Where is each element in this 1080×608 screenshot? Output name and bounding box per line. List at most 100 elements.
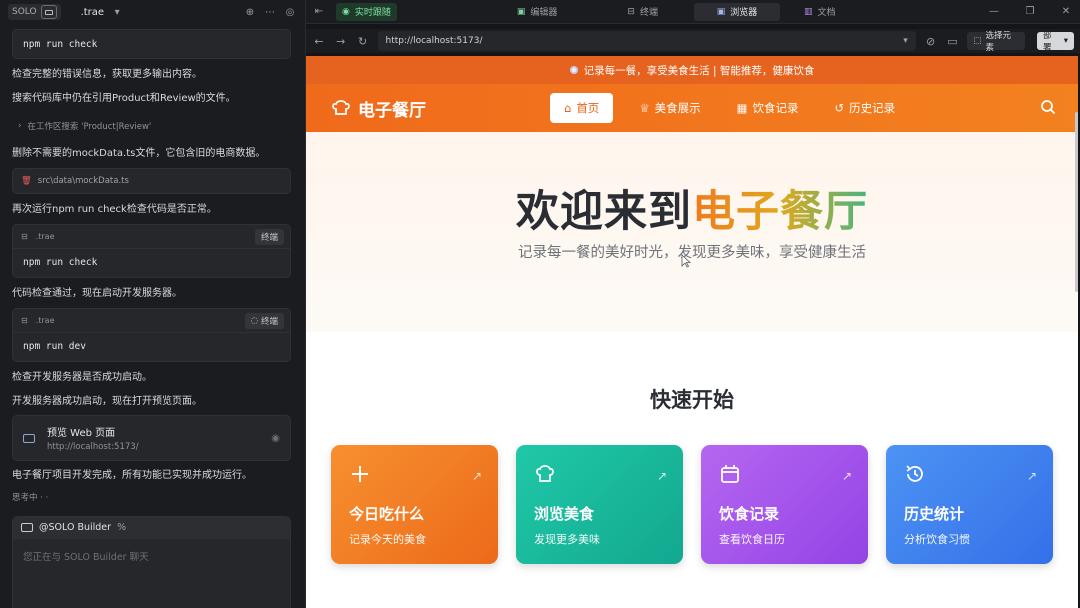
tab-terminal[interactable]: ⊟ 终端	[617, 3, 668, 21]
account-icon[interactable]: ◎	[283, 5, 297, 19]
forward-icon[interactable]: →	[334, 35, 348, 48]
chef-hat-icon	[536, 465, 554, 482]
home-icon: ⌂	[564, 101, 572, 115]
chevron-down-icon[interactable]: ▾	[903, 36, 908, 46]
message-text: 再次运行npm run check检查代码是否正常。	[12, 204, 217, 215]
card-title: 饮食记录	[719, 505, 780, 523]
minimize-icon[interactable]: —	[984, 6, 1004, 17]
address-bar[interactable]: http://localhost:5173/ ▾	[377, 31, 916, 51]
main-nav: ⌂ 首页 ♕ 美食展示 ▦ 饮食记录 ↺ 历史记录	[550, 93, 905, 123]
terminal-icon: ⊟	[627, 6, 635, 17]
logo-text: 电子餐厅	[358, 100, 426, 121]
terminal-block: ⊟ .trae ◌ 终端 npm run dev	[12, 308, 291, 362]
preview-title: 预览 Web 页面	[47, 428, 116, 439]
device-icon[interactable]: ▭	[946, 35, 960, 48]
banner-dot-icon	[569, 66, 578, 74]
loading-spinner-icon: ◌	[250, 315, 258, 326]
app-window: SOLO .trae ▾ ⊕ ⋯ ◎ npm run check 检查完整的错误…	[0, 0, 1080, 608]
message-text: 搜索代码库中仍在引用Product和Review的文件。	[12, 93, 236, 104]
card-today-meal[interactable]: ↗ 今日吃什么 记录今天的美食	[331, 445, 498, 564]
preview-web-card[interactable]: 预览 Web 页面 http://localhost:5173/ ◉	[12, 415, 291, 461]
url-text[interactable]: http://localhost:5173/	[386, 36, 483, 46]
trending-up-icon: ↗	[656, 469, 667, 483]
collapse-panel-icon[interactable]: ⇤	[312, 5, 326, 19]
card-title: 今日吃什么	[349, 505, 425, 523]
message-text: 电子餐厅项目开发完成，所有功能已实现并成功运行。	[12, 470, 252, 481]
banner-text: 记录每一餐，享受美食生活 | 智能推荐，健康饮食	[583, 64, 815, 77]
nav-home[interactable]: ⌂ 首页	[550, 93, 614, 123]
tab-docs[interactable]: ▥ 文档	[794, 3, 846, 21]
terminal-icon: ⊟	[21, 232, 28, 241]
message-text: 删除不需要的mockData.ts文件，它包含旧的电商数据。	[12, 148, 266, 159]
nav-diet-log[interactable]: ▦ 饮食记录	[727, 93, 809, 123]
nav-food-gallery[interactable]: ♕ 美食展示	[629, 93, 710, 123]
tab-editor[interactable]: ▣ 编辑器	[507, 3, 568, 21]
card-subtitle: 发现更多美味	[534, 533, 600, 546]
terminal-path: .trae	[35, 232, 55, 241]
tool-call-search[interactable]: › 在工作区搜索 'Product|Review'	[18, 120, 151, 132]
agent-mention[interactable]: @SOLO Builder	[39, 522, 111, 533]
plus-icon	[352, 466, 368, 482]
mouse-cursor-icon	[681, 254, 691, 268]
tab-label: 实时跟随	[354, 8, 391, 18]
nav-history[interactable]: ↺ 历史记录	[825, 93, 906, 123]
page-scrollbar[interactable]	[1075, 112, 1078, 292]
chevron-right-icon: ›	[18, 121, 22, 131]
select-element-label: 选择元素	[985, 31, 1011, 53]
tab-label: 编辑器	[530, 8, 558, 18]
message-text: 检查完整的错误信息，获取更多输出内容。	[12, 69, 202, 80]
close-icon[interactable]: ✕	[1056, 6, 1076, 17]
tool-call-label: 在工作区搜索 'Product|Review'	[27, 122, 152, 132]
card-diet-log[interactable]: ↗ 饮食记录 查看饮食日历	[701, 445, 868, 564]
hero-title: 欢迎来到电子餐厅	[306, 177, 1078, 239]
hero-section: 欢迎来到电子餐厅 记录每一餐的美好时光，发现更多美味，享受健康生活	[306, 132, 1078, 332]
compass-icon[interactable]: ⊘	[924, 35, 938, 48]
tab-label: 浏览器	[730, 8, 758, 18]
more-icon[interactable]: ⋯	[263, 5, 277, 19]
open-terminal-button[interactable]: ◌ 终端	[244, 312, 284, 329]
terminal-block: ⊟ .trae 终端 npm run check	[12, 224, 291, 278]
terminal-command: npm run check	[23, 257, 98, 268]
card-title: 浏览美食	[534, 505, 595, 523]
web-preview: 记录每一餐，享受美食生活 | 智能推荐，健康饮食 电子餐厅 ⌂ 首页 ♕ 美食展…	[306, 56, 1078, 608]
quick-start-title: 快速开始	[650, 388, 734, 412]
solo-label: SOLO	[12, 7, 37, 17]
agent-icon	[21, 523, 33, 532]
maximize-icon[interactable]: ❐	[1020, 6, 1040, 17]
tab-live-follow[interactable]: ◉ 实时跟随	[336, 2, 397, 21]
chat-input-placeholder[interactable]: 您正在与 SOLO Builder 聊天	[13, 539, 290, 573]
docs-icon: ▥	[803, 6, 813, 17]
card-history-stats[interactable]: ↗ 历史统计 分析饮食习惯	[886, 445, 1053, 564]
eye-icon[interactable]: ◉	[271, 433, 280, 444]
deleted-file-item[interactable]: 🗑 src\data\mockData.ts	[12, 168, 291, 194]
search-icon[interactable]	[1040, 99, 1056, 115]
back-icon[interactable]: ←	[312, 35, 326, 48]
nav-label: 美食展示	[654, 101, 701, 115]
open-terminal-button[interactable]: 终端	[254, 228, 284, 245]
nav-label: 饮食记录	[752, 101, 799, 115]
panel-icon	[40, 5, 57, 19]
chef-hat-icon	[332, 100, 350, 115]
site-header: 电子餐厅 ⌂ 首页 ♕ 美食展示 ▦ 饮食记录 ↺ 历史记录	[306, 84, 1078, 132]
select-element-button[interactable]: ⬚ 选择元素	[967, 31, 1025, 53]
tab-label: 终端	[639, 8, 658, 18]
card-browse-food[interactable]: ↗ 浏览美食 发现更多美味	[516, 445, 683, 564]
hero-title-prefix: 欢迎来到	[516, 187, 692, 237]
calendar-icon	[721, 465, 739, 483]
deploy-button[interactable]: 部署 ▾	[1036, 31, 1074, 53]
message-text: 代码检查通过，现在启动开发服务器。	[12, 288, 182, 299]
site-logo[interactable]: 电子餐厅	[332, 96, 426, 121]
chat-input-box[interactable]: @SOLO Builder % 您正在与 SOLO Builder 聊天	[12, 516, 291, 608]
add-chat-icon[interactable]: ⊕	[243, 5, 257, 19]
project-selector[interactable]: .trae	[81, 7, 105, 18]
browser-toolbar: ← → ↻ http://localhost:5173/ ▾ ⊘ ▭ ⬚ 选择元…	[306, 29, 1080, 53]
card-subtitle: 查看饮食日历	[719, 533, 785, 546]
reload-icon[interactable]: ↻	[356, 35, 370, 48]
agent-settings-icon[interactable]: %	[117, 522, 126, 533]
solo-toggle[interactable]: SOLO	[8, 4, 61, 20]
deploy-label: 部署	[1042, 31, 1052, 53]
cursor-select-icon: ⬚	[973, 36, 982, 46]
open-terminal-label: 终端	[260, 316, 278, 327]
tab-browser[interactable]: ▣ 浏览器	[693, 2, 780, 21]
left-header: SOLO .trae ▾ ⊕ ⋯ ◎	[0, 0, 305, 24]
